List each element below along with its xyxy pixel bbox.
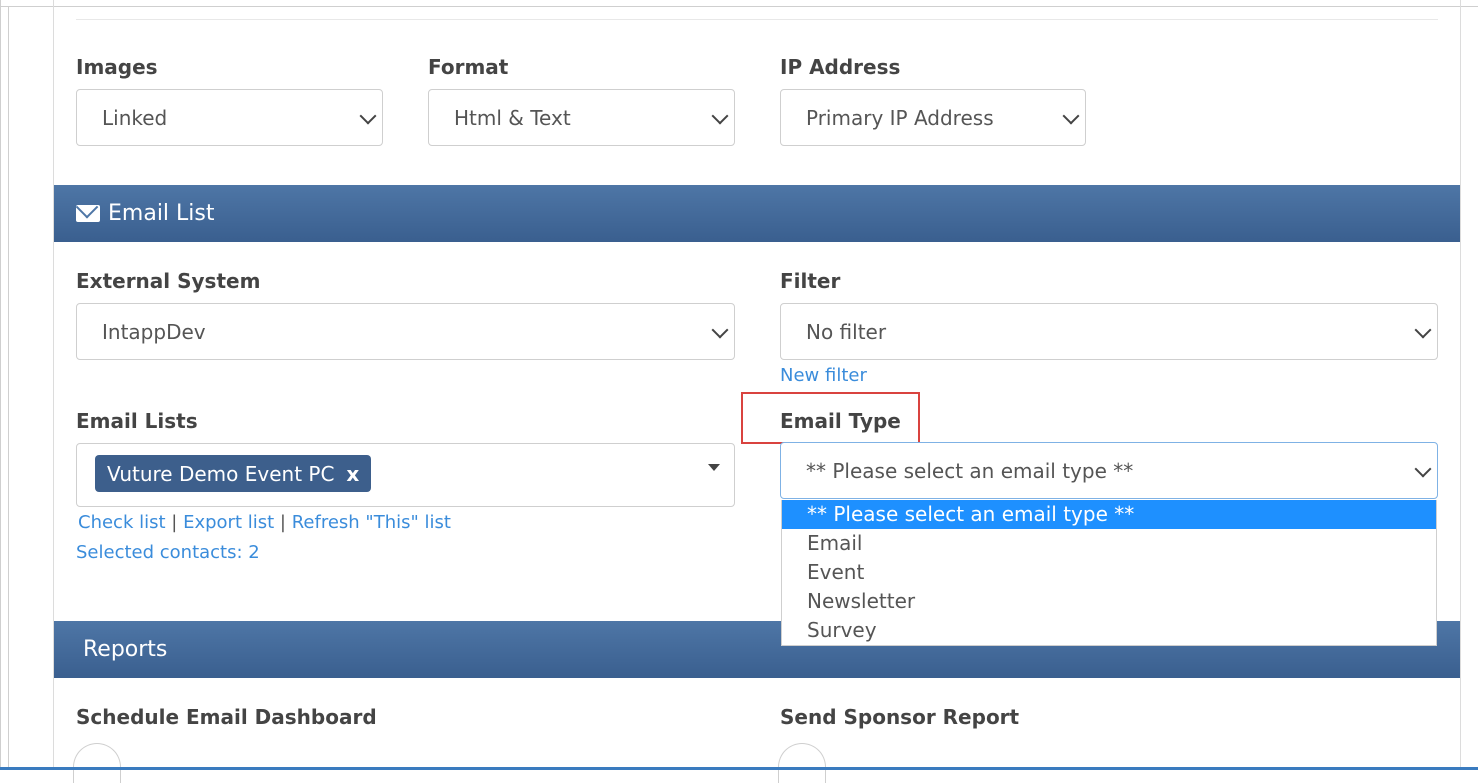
frame-left-border	[8, 6, 9, 770]
caret-down-icon	[708, 464, 720, 471]
email-type-dropdown-list: ** Please select an email type ** Email …	[781, 500, 1437, 646]
send-sponsor-report-toggle[interactable]	[778, 743, 826, 783]
email-type-option[interactable]: Event	[782, 558, 1436, 587]
filter-select-value: No filter	[806, 319, 887, 344]
email-lists-label: Email Lists	[76, 409, 198, 433]
chevron-down-icon	[711, 321, 729, 338]
email-list-section-title: Email List	[108, 201, 215, 226]
email-type-select[interactable]: ** Please select an email type **	[780, 442, 1438, 499]
format-select[interactable]: Html & Text	[428, 89, 735, 146]
check-list-link[interactable]: Check list	[78, 512, 166, 533]
images-select-value: Linked	[102, 105, 168, 130]
panel-right-border	[1460, 0, 1461, 770]
email-lists-multiselect[interactable]: Vuture Demo Event PC x	[76, 443, 735, 507]
email-list-tag-label: Vuture Demo Event PC	[107, 461, 335, 486]
envelope-icon	[76, 205, 100, 222]
external-system-select-value: IntappDev	[102, 319, 206, 344]
refresh-list-link[interactable]: Refresh "This" list	[292, 512, 451, 533]
external-system-select[interactable]: IntappDev	[76, 303, 735, 360]
ip-address-label: IP Address	[780, 55, 901, 79]
email-list-links: Check list | Export list | Refresh "This…	[78, 512, 451, 533]
filter-select[interactable]: No filter	[780, 303, 1438, 360]
email-type-option[interactable]: Email	[782, 529, 1436, 558]
section-divider	[76, 19, 1438, 20]
email-type-option[interactable]: Newsletter	[782, 587, 1436, 616]
email-type-option[interactable]: Survey	[782, 616, 1436, 645]
chevron-down-icon	[359, 107, 377, 124]
external-system-label: External System	[76, 269, 261, 293]
email-type-option[interactable]: ** Please select an email type **	[782, 500, 1436, 529]
filter-label: Filter	[780, 269, 841, 293]
highlight-annotation	[741, 392, 920, 444]
frame-top-border	[0, 6, 1478, 7]
selected-contacts-link[interactable]: Selected contacts: 2	[76, 542, 260, 563]
images-select[interactable]: Linked	[76, 89, 383, 146]
chevron-down-icon	[1414, 460, 1432, 477]
schedule-email-dashboard-toggle[interactable]	[73, 743, 121, 783]
chevron-down-icon	[1062, 107, 1080, 124]
format-select-value: Html & Text	[454, 105, 571, 130]
ip-address-select-value: Primary IP Address	[806, 105, 994, 130]
email-list-tag: Vuture Demo Event PC x	[95, 455, 372, 492]
export-list-link[interactable]: Export list	[183, 512, 274, 533]
images-label: Images	[76, 55, 158, 79]
remove-tag-icon[interactable]: x	[346, 462, 359, 486]
email-list-section-header: Email List	[54, 185, 1460, 242]
chevron-down-icon	[711, 107, 729, 124]
email-type-select-value: ** Please select an email type **	[806, 458, 1134, 483]
reports-section-title: Reports	[83, 637, 168, 662]
send-sponsor-report-label: Send Sponsor Report	[780, 705, 1020, 729]
format-label: Format	[428, 55, 509, 79]
link-separator: |	[171, 512, 178, 533]
ip-address-select[interactable]: Primary IP Address	[780, 89, 1086, 146]
schedule-email-dashboard-label: Schedule Email Dashboard	[76, 705, 377, 729]
chevron-down-icon	[1414, 321, 1432, 338]
window-left-border	[0, 0, 1, 770]
link-separator: |	[279, 512, 286, 533]
new-filter-link[interactable]: New filter	[780, 365, 867, 386]
